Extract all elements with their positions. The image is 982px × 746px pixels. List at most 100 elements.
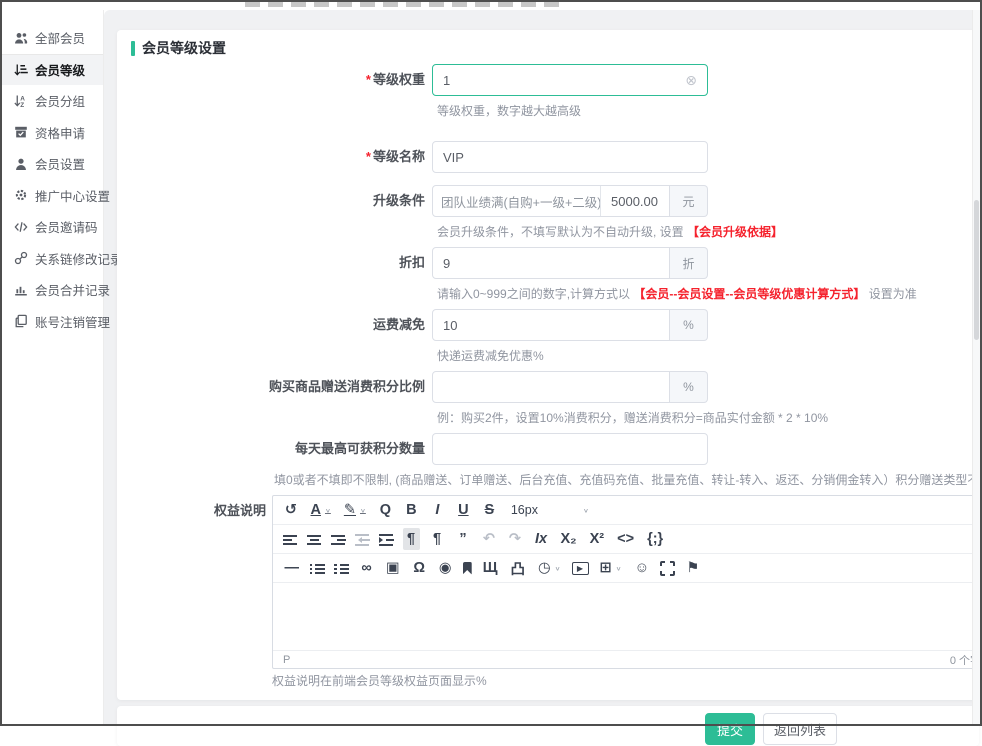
chevron-down-icon: ∨ (555, 565, 561, 572)
upgrade-condition-type[interactable]: 团队业绩满(自购+一级+二级) (433, 186, 601, 216)
format-painter-icon[interactable]: ⚑ (684, 557, 701, 579)
sidebar-item-label: 会员分组 (35, 91, 85, 110)
scrollbar-thumb[interactable] (974, 200, 979, 340)
benefits-helper: 权益说明在前端会员等级权益页面显示% (272, 672, 487, 689)
unordered-list-icon[interactable] (310, 561, 325, 576)
sidebar-item-merge-log[interactable]: 会员合并记录 (2, 274, 103, 306)
gear-icon (14, 188, 28, 202)
subscript-icon[interactable]: X₂ (559, 528, 579, 550)
outdent-icon[interactable] (355, 532, 370, 547)
level-weight-helper: 等级权重，数字越大越高级 (437, 102, 581, 119)
sort-alpha-icon: A Z (14, 94, 28, 108)
bold-icon[interactable]: B (403, 499, 420, 521)
required-mark: * (366, 149, 371, 164)
fullscreen-icon[interactable] (660, 561, 675, 576)
user-icon (14, 157, 28, 171)
rich-text-editor: ↺ A∨ ✎∨ QBIUS 16px∨ ¶ ¶ ” ↶ ↷ Ix X₂ X² <> {;} — ∞ ▣ Ω ◉ Щ凸… (272, 495, 982, 669)
align-center-icon[interactable] (307, 532, 322, 547)
daily-points-limit-input[interactable] (432, 433, 708, 465)
field-label: 折扣 (399, 255, 425, 270)
insert-link-icon[interactable]: ∞ (358, 557, 375, 579)
sidebar-item-label: 会员设置 (35, 154, 85, 173)
paragraph-ltr-icon[interactable]: ¶ (403, 528, 420, 550)
bookmark-icon[interactable] (463, 562, 472, 575)
horizontal-rule-icon[interactable]: — (283, 557, 302, 579)
align-right-icon[interactable] (331, 532, 346, 547)
special-char-icon[interactable]: Ω (411, 557, 428, 579)
code-block-icon[interactable]: {;} (645, 528, 665, 550)
back-to-list-button[interactable]: 返回列表 (763, 713, 837, 745)
search-icon[interactable]: Q (377, 499, 394, 521)
editor-content-area[interactable] (273, 583, 982, 650)
upgrade-condition-helper: 会员升级条件，不填写默认为不自动升级, 设置 【会员升级依据】 (437, 223, 783, 240)
vertical-scrollbar[interactable] (972, 10, 980, 724)
upgrade-condition-input[interactable]: 团队业绩满(自购+一级+二级) 5000.00 (432, 185, 670, 217)
sidebar-item-label: 账号注销管理 (35, 312, 110, 331)
highlight-pen-icon[interactable]: ✎∨ (342, 499, 368, 521)
code-inline-icon[interactable]: <> (615, 528, 636, 550)
code-icon (14, 220, 28, 234)
superscript-icon[interactable]: X² (588, 528, 607, 550)
italic-icon[interactable]: I (429, 499, 446, 521)
align-left-icon[interactable] (283, 532, 298, 547)
unit-suffix: 折 (670, 247, 708, 279)
member-level-settings-panel: 会员等级设置 *等级权重 1 ⊗ 等级权重，数字越大越高级 *等级名称 VIP … (117, 30, 979, 700)
sidebar-item-relation-log[interactable]: 关系链修改记录 (2, 243, 103, 275)
file-copy-icon (14, 314, 28, 328)
level-weight-input[interactable]: 1 ⊗ (432, 64, 708, 96)
preview-eye-icon[interactable]: ◉ (437, 557, 454, 579)
indent-icon[interactable] (379, 532, 394, 547)
insert-table-icon[interactable]: ⊞∨ (598, 557, 624, 579)
sidebar-item-account-cancel[interactable]: 账号注销管理 (2, 306, 103, 338)
emoji-icon[interactable]: ☺ (633, 557, 652, 579)
points-ratio-input[interactable] (432, 371, 670, 403)
sidebar-item-label: 资格申请 (35, 123, 85, 142)
insert-video-icon[interactable]: ▶ (572, 562, 589, 575)
sidebar-item-qualification[interactable]: 资格申请 (2, 117, 103, 149)
sidebar-item-member-settings[interactable]: 会员设置 (2, 148, 103, 180)
form-row-benefits: 权益说明 ↺A∨✎∨QBIUS16px∨ ¶¶”↶↷IxX₂X²<>{;} —∞… (131, 495, 982, 669)
ordered-list-icon[interactable] (334, 561, 349, 576)
form-row-level-weight: *等级权重 1 ⊗ (131, 64, 708, 96)
underline-icon[interactable]: U (455, 499, 472, 521)
discount-input[interactable]: 9 (432, 247, 670, 279)
editor-toolbar-row-2: ¶ ¶ ” ↶ ↷ Ix X₂ X² <> {;} (273, 525, 982, 554)
link-icon (14, 251, 28, 265)
paragraph-rtl-icon[interactable]: ¶ (429, 528, 446, 550)
submit-button[interactable]: 提交 (705, 713, 755, 745)
field-label: 等级名称 (373, 149, 425, 164)
chevron-down-icon: ∨ (583, 507, 589, 514)
discount-calc-link[interactable]: 【会员--会员设置--会员等级优惠计算方式】 (633, 287, 865, 301)
field-label: 升级条件 (373, 193, 425, 208)
level-name-input[interactable]: VIP (432, 141, 708, 173)
editor-status-bar: P 0 个字 (273, 650, 982, 668)
strikethrough-icon[interactable]: S (481, 499, 498, 521)
clear-format-icon[interactable]: Ix (533, 528, 550, 550)
redo-icon[interactable]: ↷ (507, 528, 524, 550)
print-icon[interactable]: 凸 (508, 557, 527, 579)
sidebar-item-member-levels[interactable]: 会员等级 (2, 54, 103, 86)
upgrade-basis-link[interactable]: 【会员升级依据】 (687, 225, 783, 239)
shipping-discount-input[interactable]: 10 (432, 309, 670, 341)
undo-icon[interactable]: ↶ (481, 528, 498, 550)
chevron-down-icon: ∨ (360, 507, 366, 514)
title-accent-bar (131, 41, 135, 56)
chevron-down-icon: ∨ (325, 507, 331, 514)
editor-element-path: P (283, 654, 290, 666)
sidebar-item-label: 会员邀请码 (35, 217, 98, 236)
font-size-select-icon[interactable]: 16px∨ (507, 499, 593, 521)
sidebar-item-promotion-settings[interactable]: 推广中心设置 (2, 180, 103, 212)
form-footer-bar: 提交 返回列表 (117, 706, 979, 746)
sidebar-item-member-groups[interactable]: A Z 会员分组 (2, 85, 103, 117)
sidebar-item-invite-code[interactable]: 会员邀请码 (2, 211, 103, 243)
form-row-daily-points-limit: 每天最高可获积分数量 (131, 433, 708, 465)
unit-suffix: 元 (670, 185, 708, 217)
font-color-icon[interactable]: A∨ (309, 499, 333, 521)
insert-time-icon[interactable]: ◷∨ (536, 557, 563, 579)
anchor-icon[interactable]: Щ (481, 557, 500, 579)
insert-image-icon[interactable]: ▣ (384, 557, 402, 579)
clear-icon[interactable]: ⊗ (685, 72, 697, 89)
history-undo-icon[interactable]: ↺ (283, 499, 300, 521)
blockquote-icon[interactable]: ” (455, 528, 472, 550)
sidebar-item-all-members[interactable]: 全部会员 (2, 22, 103, 54)
